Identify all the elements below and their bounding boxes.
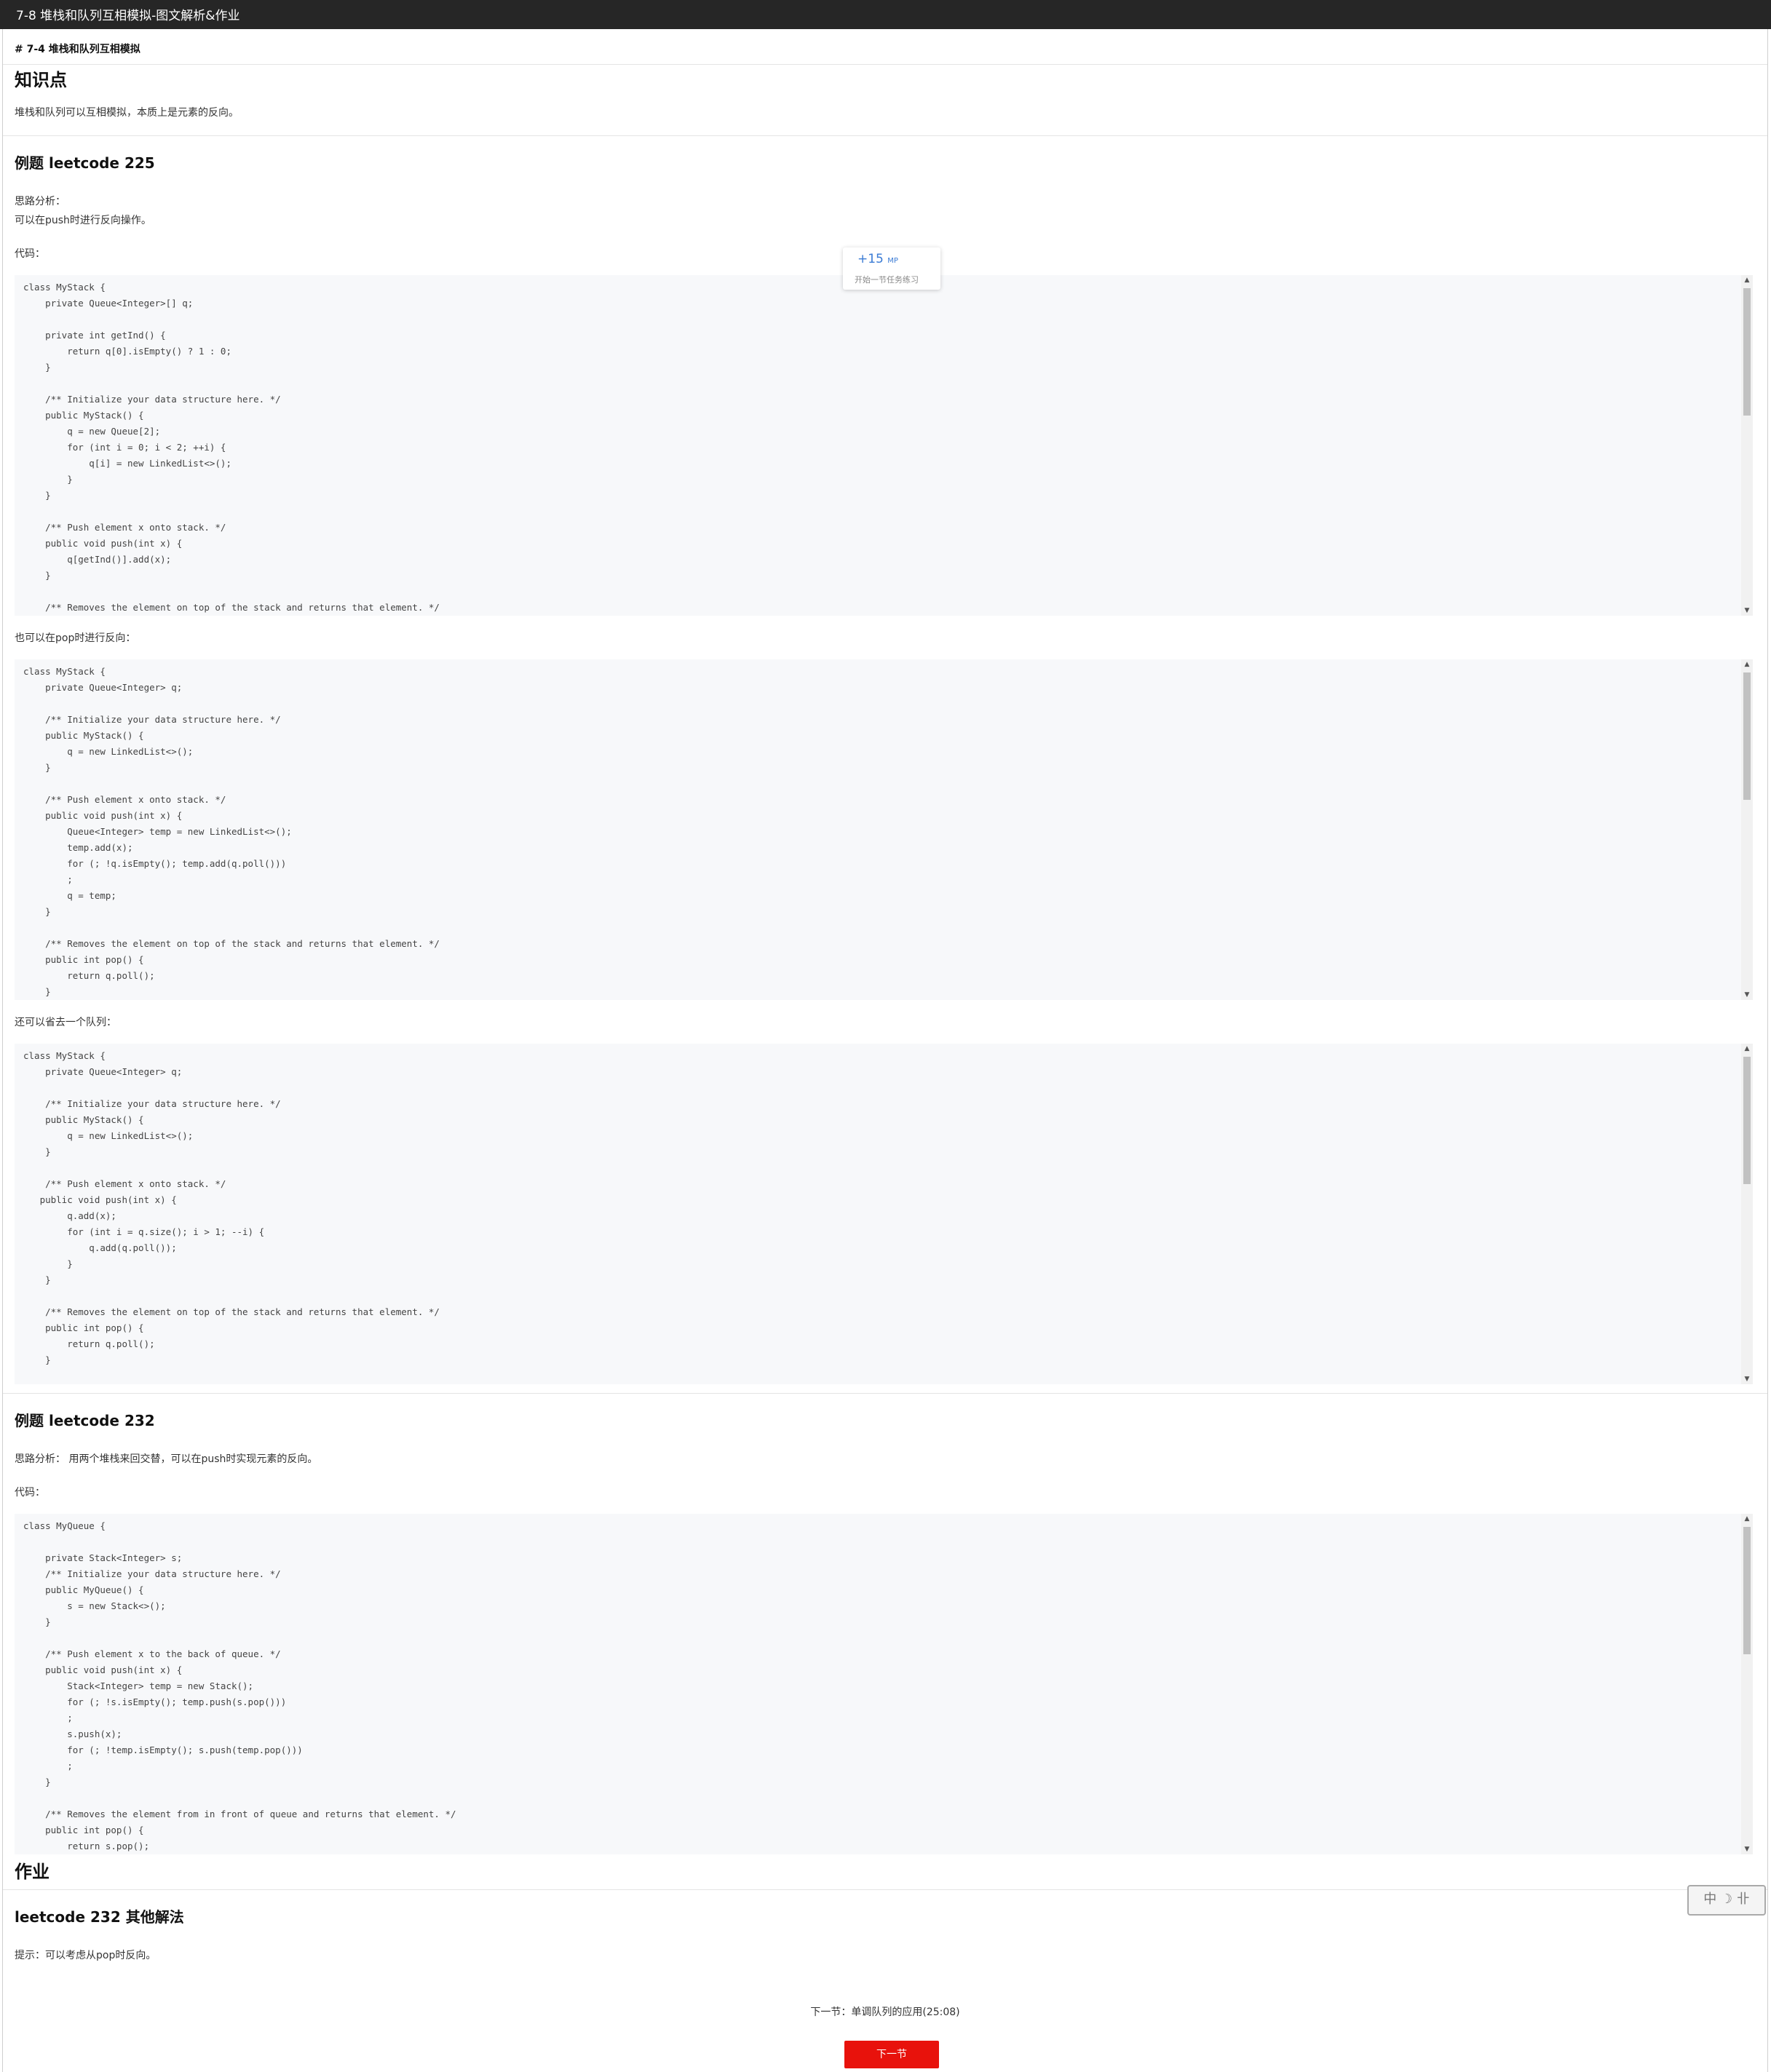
scroll-down-arrow-icon[interactable]: ▼ [1741, 606, 1753, 616]
scrollbar-thumb[interactable] [1743, 288, 1751, 416]
scroll-up-arrow-icon[interactable]: ▲ [1741, 659, 1753, 670]
heading-homework: 作业 [15, 1862, 49, 1882]
heading-homework-sub: leetcode 232 其他解法 [15, 1908, 184, 1926]
content-panel: # 7-4 堆栈和队列互相模拟 知识点 堆栈和队列可以互相模拟，本质上是元素的反… [2, 29, 1768, 2072]
scroll-up-arrow-icon[interactable]: ▲ [1741, 1514, 1753, 1524]
divider [3, 135, 1767, 136]
scrollbar[interactable]: ▲ ▼ [1741, 1514, 1753, 1854]
analysis-232: 思路分析： 用两个堆栈来回交替，可以在push时实现元素的反向。 [15, 1453, 318, 1465]
code-text: class MyQueue { private Stack<Integer> s… [23, 1520, 456, 1851]
scrollbar-thumb[interactable] [1743, 672, 1751, 800]
scroll-up-arrow-icon[interactable]: ▲ [1741, 275, 1753, 285]
scrollbar-thumb[interactable] [1743, 1057, 1751, 1184]
ime-toolbar-icon[interactable]: 中 ☽ 卝 [1687, 1885, 1766, 1916]
next-lesson-text: 下一节：单调队列的应用(25:08) [810, 2006, 960, 2018]
points-subtitle: 开始一节任务练习 [855, 275, 919, 285]
scrollbar[interactable]: ▲ ▼ [1741, 659, 1753, 1000]
window-title: 7-8 堆栈和队列互相模拟-图文解析&作业 [16, 9, 240, 23]
knowledge-text: 堆栈和队列可以互相模拟，本质上是元素的反向。 [15, 107, 239, 119]
save-queue-text: 还可以省去一个队列： [15, 1017, 116, 1028]
window-titlebar: 7-8 堆栈和队列互相模拟-图文解析&作业 [0, 0, 1771, 29]
heading-example-232: 例题 leetcode 232 [15, 1412, 155, 1429]
scrollbar[interactable]: ▲ ▼ [1741, 275, 1753, 616]
code-label-232: 代码： [15, 1487, 45, 1499]
points-badge[interactable]: +15 MP 开始一节任务练习 [843, 247, 940, 290]
divider [3, 64, 1767, 65]
scroll-down-arrow-icon[interactable]: ▼ [1741, 1844, 1753, 1854]
pop-text: 也可以在pop时进行反向： [15, 632, 136, 644]
scroll-down-arrow-icon[interactable]: ▼ [1741, 1374, 1753, 1384]
scroll-up-arrow-icon[interactable]: ▲ [1741, 1044, 1753, 1054]
analysis-label: 思路分析： [15, 196, 66, 207]
code-block-232[interactable]: class MyQueue { private Stack<Integer> s… [15, 1514, 1753, 1854]
code-block-225-push[interactable]: class MyStack { private Queue<Integer>[]… [15, 275, 1753, 616]
code-text: class MyStack { private Queue<Integer> q… [23, 1050, 440, 1365]
heading-knowledge: 知识点 [15, 70, 67, 90]
analysis-text: 可以在push时进行反向操作。 [15, 215, 151, 226]
scrollbar-thumb[interactable] [1743, 1527, 1751, 1654]
code-label: 代码： [15, 248, 45, 260]
next-lesson-button[interactable]: 下一节 [844, 2041, 939, 2068]
divider [3, 1393, 1767, 1394]
scrollbar[interactable]: ▲ ▼ [1741, 1044, 1753, 1384]
breadcrumb: # 7-4 堆栈和队列互相模拟 [15, 44, 140, 55]
divider [3, 1889, 1767, 1890]
scroll-down-arrow-icon[interactable]: ▼ [1741, 990, 1753, 1000]
code-text: class MyStack { private Queue<Integer> q… [23, 666, 440, 997]
points-value: +15 MP [857, 252, 898, 266]
heading-example-225: 例题 leetcode 225 [15, 154, 155, 172]
code-block-225-single[interactable]: class MyStack { private Queue<Integer> q… [15, 1044, 1753, 1384]
homework-hint: 提示：可以考虑从pop时反向。 [15, 1950, 157, 1961]
code-text: class MyStack { private Queue<Integer>[]… [23, 282, 440, 613]
code-block-225-pop[interactable]: class MyStack { private Queue<Integer> q… [15, 659, 1753, 1000]
